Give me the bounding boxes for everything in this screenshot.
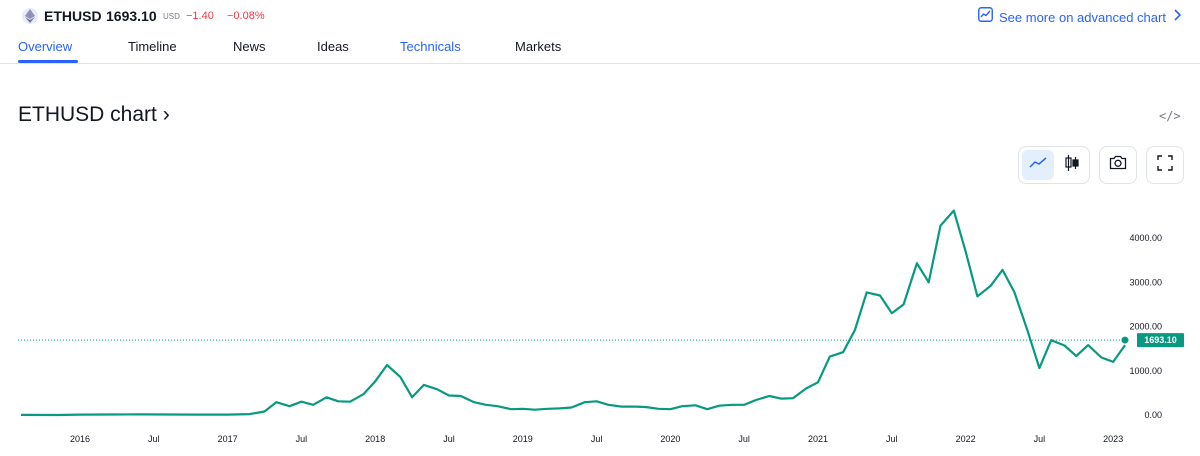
x-tick-label: 2017 [218, 434, 238, 444]
tab-bar: Overview Timeline News Ideas Technicals … [0, 36, 1200, 64]
ethereum-logo-icon [22, 8, 38, 24]
tabs-divider [0, 63, 1200, 64]
x-tick-label: 2018 [365, 434, 385, 444]
chart-box-icon [978, 7, 993, 27]
tab-news[interactable]: News [233, 39, 266, 54]
screenshot-button[interactable] [1099, 146, 1137, 184]
x-tick-label: Jul [591, 434, 603, 444]
chevron-right-icon [1172, 8, 1182, 26]
x-tick-label: 2021 [808, 434, 828, 444]
x-tick-label: 2020 [660, 434, 680, 444]
chart-title[interactable]: ETHUSD chart › [18, 103, 170, 127]
last-price-tag-label: 1693.10 [1144, 335, 1177, 345]
advanced-chart-link[interactable]: See more on advanced chart [978, 7, 1182, 27]
advanced-chart-label: See more on advanced chart [999, 9, 1166, 25]
tab-timeline[interactable]: Timeline [128, 39, 177, 54]
chart-style-toggle [1018, 146, 1090, 184]
tab-markets[interactable]: Markets [515, 39, 561, 54]
y-tick-label: 1000.00 [1129, 366, 1162, 376]
x-tick-label: Jul [738, 434, 750, 444]
price-series-line [20, 209, 1126, 417]
tab-technicals[interactable]: Technicals [400, 39, 461, 54]
candlestick-icon [1065, 154, 1079, 176]
x-tick-label: 2023 [1103, 434, 1123, 444]
x-tick-label: 2019 [513, 434, 533, 444]
x-tick-label: 2022 [956, 434, 976, 444]
y-tick-label: 4000.00 [1129, 233, 1162, 243]
fullscreen-button[interactable] [1146, 146, 1184, 184]
line-chart-icon [1029, 156, 1047, 174]
camera-icon [1109, 155, 1127, 175]
price-change-percent: −0.08% [227, 10, 265, 22]
price-change: −1.40 [186, 10, 214, 22]
y-tick-label: 2000.00 [1129, 322, 1162, 332]
last-price: 1693.10 [106, 8, 157, 24]
x-tick-label: Jul [296, 434, 308, 444]
line-chart-button[interactable] [1022, 150, 1054, 180]
y-tick-label: 3000.00 [1129, 277, 1162, 287]
symbol-name: ETHUSD [44, 8, 102, 24]
currency-label: USD [163, 12, 180, 21]
embed-code-icon[interactable]: </> [1159, 109, 1181, 123]
x-tick-label: Jul [886, 434, 898, 444]
candlestick-button[interactable] [1056, 150, 1088, 180]
price-chart[interactable]: 4000.00 3000.00 2000.00 1000.00 0.00 2016 Jul 2… [0, 190, 1200, 456]
x-tick-label: Jul [1034, 434, 1046, 444]
x-tick-label: Jul [148, 434, 160, 444]
y-tick-label: 0.00 [1144, 410, 1162, 420]
tab-overview[interactable]: Overview [18, 39, 72, 54]
tab-ideas[interactable]: Ideas [317, 39, 349, 54]
x-tick-label: 2016 [70, 434, 90, 444]
fullscreen-icon [1157, 154, 1173, 176]
x-tick-label: Jul [443, 434, 455, 444]
last-price-point [1121, 336, 1129, 344]
